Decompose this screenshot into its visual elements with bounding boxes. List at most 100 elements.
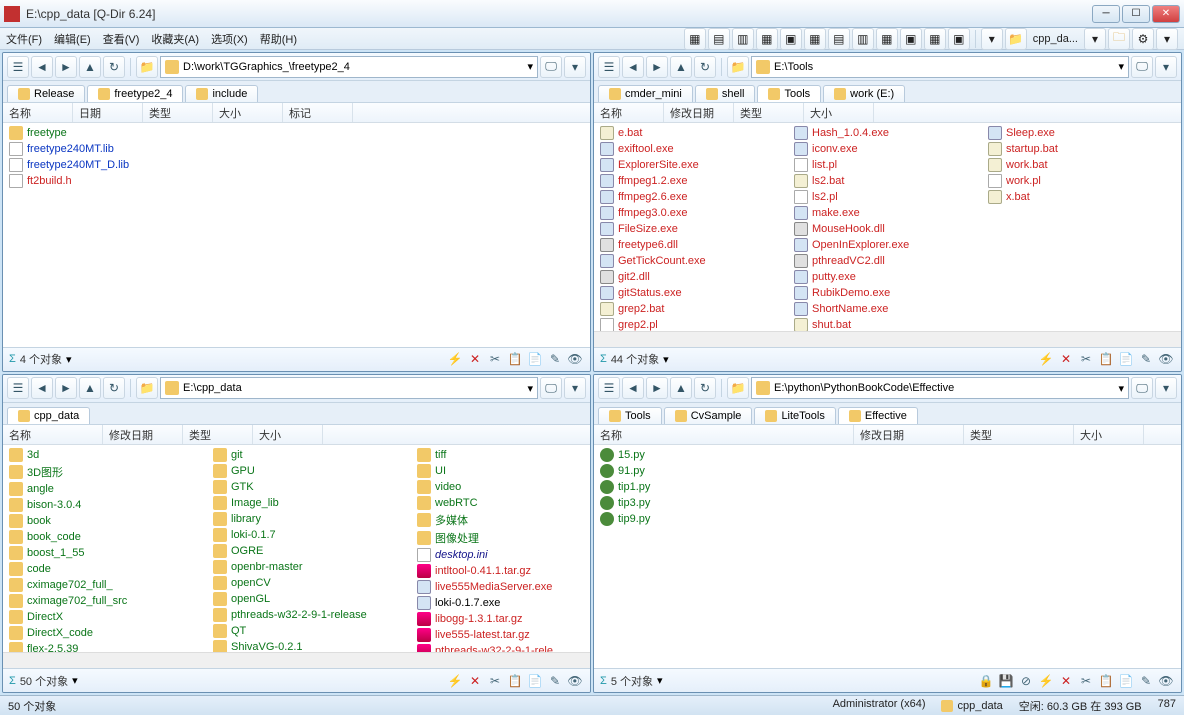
menu-help[interactable]: 帮助(H) [260,31,297,47]
tool-view-icon[interactable]: 👁 [1157,672,1175,690]
file-list[interactable]: e.batexiftool.exeExplorerSite.exeffmpeg1… [594,123,1181,331]
list-item[interactable]: book [7,513,187,529]
list-item[interactable]: freetype240MT_D.lib [7,157,586,173]
list-item[interactable]: tip1.py [598,479,1177,495]
list-item[interactable]: grep2.bat [598,301,768,317]
tab[interactable]: shell [695,85,756,102]
list-item[interactable]: GPU [211,463,391,479]
column-header[interactable]: 类型 [183,425,253,444]
status-chevron-icon[interactable]: ▾ [72,674,78,687]
tool-view-icon[interactable]: 👁 [566,350,584,368]
list-item[interactable]: loki-0.1.7 [211,527,391,543]
list-item[interactable]: webRTC [415,495,590,511]
tab[interactable]: Tools [757,85,821,102]
list-item[interactable]: bison-3.0.4 [7,497,187,513]
close-button[interactable]: ✕ [1152,5,1180,23]
list-item[interactable]: loki-0.1.7.exe [415,595,590,611]
column-header[interactable]: 修改日期 [664,103,734,122]
list-item[interactable]: openbr-master [211,559,391,575]
list-item[interactable]: flex-2.5.39 [7,641,187,653]
layout-2-icon[interactable]: ▤ [708,28,730,50]
status-chevron-icon[interactable]: ▾ [66,353,72,366]
list-item[interactable]: video [415,479,590,495]
tree-toggle-icon[interactable]: ☰ [7,56,29,78]
list-item[interactable]: putty.exe [792,269,962,285]
list-item[interactable]: cximage702_full_src [7,593,187,609]
list-item[interactable]: openCV [211,575,391,591]
menu-options[interactable]: 选项(X) [211,31,248,47]
list-item[interactable]: 多媒体 [415,511,590,529]
layout-9-icon[interactable]: ▦ [876,28,898,50]
list-item[interactable]: desktop.ini [415,547,590,563]
minimize-button[interactable]: ─ [1092,5,1120,23]
list-item[interactable]: git [211,447,391,463]
list-item[interactable]: angle [7,481,187,497]
list-item[interactable]: freetype6.dll [598,237,768,253]
list-item[interactable]: ls2.bat [792,173,962,189]
list-item[interactable]: live555MediaServer.exe [415,579,590,595]
tool-lock-icon[interactable]: 🔒 [977,672,995,690]
tool-paste-icon[interactable]: 📄 [526,672,544,690]
tool-view-icon[interactable]: 👁 [1157,350,1175,368]
column-header[interactable]: 日期 [73,103,143,122]
tab[interactable]: freetype2_4 [87,85,183,102]
list-item[interactable]: Image_lib [211,495,391,511]
tool-copy-icon[interactable]: 📋 [1097,672,1115,690]
toolbar-extra2-icon[interactable]: ▾ [1156,28,1178,50]
file-list[interactable]: 15.py91.pytip1.pytip3.pytip9.py [594,445,1181,669]
list-item[interactable]: grep2.pl [598,317,768,331]
column-header[interactable]: 大小 [1074,425,1144,444]
tool-bolt-icon[interactable]: ⚡ [446,672,464,690]
toolbar-path-label[interactable]: cpp_da... [1029,33,1082,45]
toolbar-extra-icon[interactable]: ⚙ [1132,28,1154,50]
list-item[interactable]: make.exe [792,205,962,221]
column-header[interactable]: 类型 [143,103,213,122]
tool-delete-icon[interactable]: ✕ [466,672,484,690]
nav-dropdown-icon[interactable]: ▾ [1155,56,1177,78]
menu-edit[interactable]: 编辑(E) [54,31,91,47]
list-item[interactable]: intltool-0.41.1.tar.gz [415,563,590,579]
list-item[interactable]: MouseHook.dll [792,221,962,237]
nav-up-icon[interactable]: ▲ [79,56,101,78]
tab[interactable]: LiteTools [754,407,835,424]
tool-x-icon[interactable]: ⊘ [1017,672,1035,690]
list-item[interactable]: pthreads-w32-2-9-1-rele [415,643,590,653]
layout-1-icon[interactable]: ▦ [684,28,706,50]
nav-up-icon[interactable]: ▲ [670,377,692,399]
tab[interactable]: cpp_data [7,407,90,424]
list-item[interactable]: work.pl [986,173,1156,189]
nav-forward-icon[interactable]: ► [55,56,77,78]
nav-dropdown-icon[interactable]: ▾ [1155,377,1177,399]
list-item[interactable]: 3D图形 [7,463,187,481]
tool-delete-icon[interactable]: ✕ [1057,672,1075,690]
list-item[interactable]: tiff [415,447,590,463]
list-item[interactable]: shut.bat [792,317,962,331]
nav-forward-icon[interactable]: ► [646,377,668,399]
tool-cut-icon[interactable]: ✂ [486,672,504,690]
tool-bolt-icon[interactable]: ⚡ [1037,350,1055,368]
tree-toggle-icon[interactable]: ☰ [598,56,620,78]
tab[interactable]: CvSample [664,407,753,424]
list-item[interactable]: freetype [7,125,586,141]
nav-refresh-icon[interactable]: ↻ [694,56,716,78]
maximize-button[interactable]: ☐ [1122,5,1150,23]
nav-up-icon[interactable]: ▲ [670,56,692,78]
list-item[interactable]: book_code [7,529,187,545]
tool-edit-icon[interactable]: ✎ [1137,350,1155,368]
list-item[interactable]: 3d [7,447,187,463]
tool-cut-icon[interactable]: ✂ [1077,350,1095,368]
list-item[interactable]: ffmpeg3.0.exe [598,205,768,221]
column-header[interactable]: 名称 [3,103,73,122]
list-item[interactable]: e.bat [598,125,768,141]
address-bar[interactable]: E:\Tools ▾ [751,56,1129,78]
column-header[interactable]: 大小 [253,425,323,444]
nav-monitor-icon[interactable]: 🖵 [540,377,562,399]
column-header[interactable]: 名称 [3,425,103,444]
tool-delete-icon[interactable]: ✕ [1057,350,1075,368]
tool-edit-icon[interactable]: ✎ [1137,672,1155,690]
list-item[interactable]: library [211,511,391,527]
tree-toggle-icon[interactable]: ☰ [598,377,620,399]
list-item[interactable]: GTK [211,479,391,495]
list-item[interactable]: ShortName.exe [792,301,962,317]
list-item[interactable]: x.bat [986,189,1156,205]
